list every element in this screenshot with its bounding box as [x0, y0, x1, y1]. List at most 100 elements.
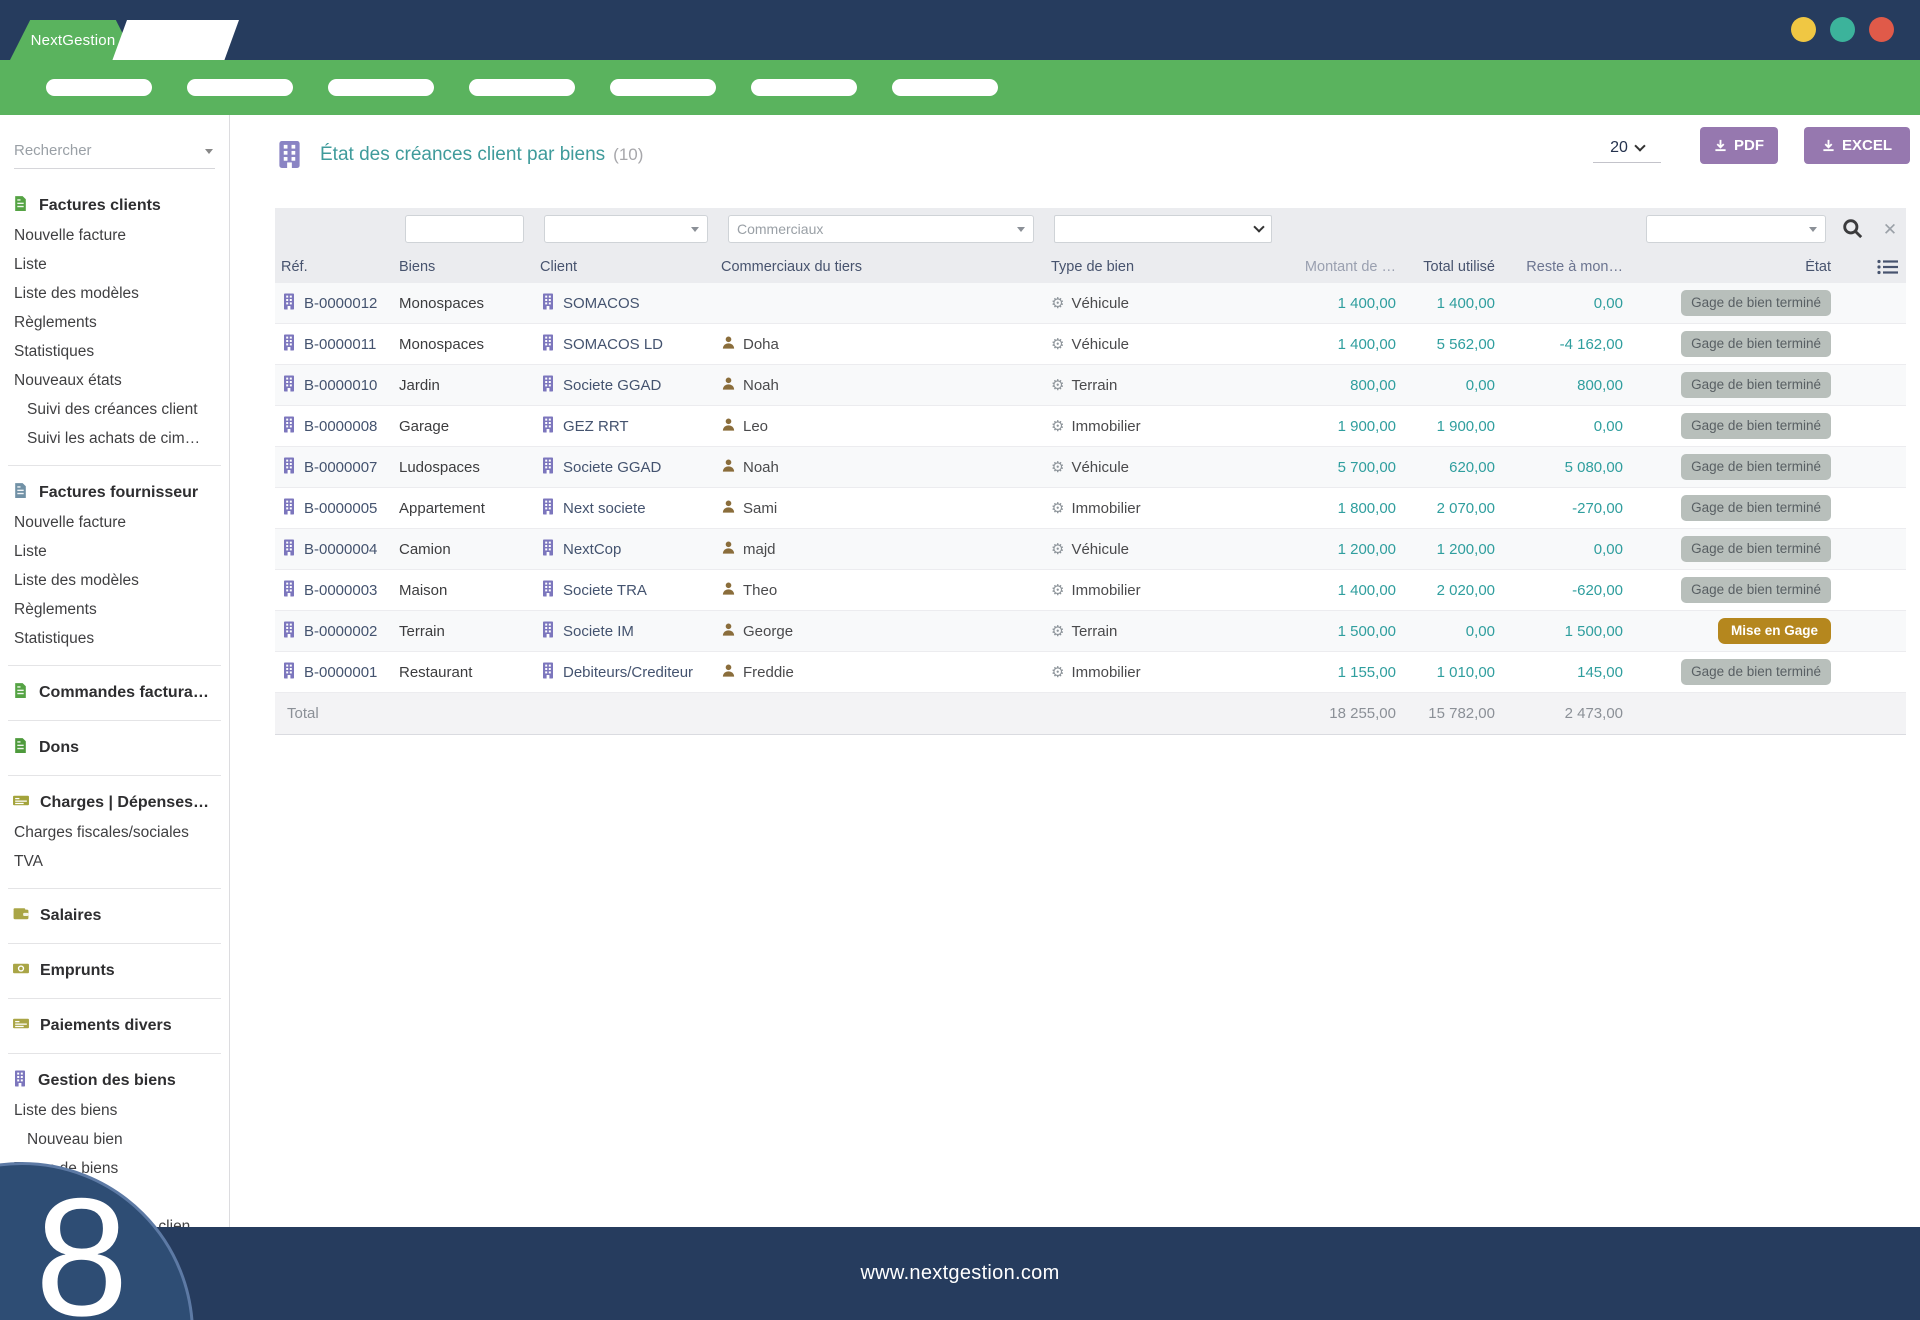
page-size-select[interactable]: 20: [1593, 133, 1661, 163]
filter-etat-select[interactable]: [1646, 215, 1826, 243]
cell-bien: Garage: [399, 418, 540, 435]
client-link[interactable]: SOMACOS: [563, 295, 640, 312]
client-link[interactable]: SOMACOS LD: [563, 336, 663, 353]
column-header-7[interactable]: Total utilisé: [1404, 259, 1503, 275]
creances-table: Commerciaux ✕ Réf.BiensClientCommerciaux…: [275, 208, 1906, 735]
sidebar-section-salaires[interactable]: Salaires: [0, 901, 229, 931]
sidebar-item-liste-des-biens[interactable]: Liste des biens: [0, 1096, 229, 1125]
client-link[interactable]: GEZ RRT: [563, 418, 629, 435]
cell-type: ⚙Immobilier: [1051, 500, 1231, 517]
ref-link[interactable]: B-0000002: [304, 623, 377, 640]
page-number: 8: [35, 1173, 128, 1320]
filter-type-bien-select[interactable]: [1054, 215, 1272, 243]
client-link[interactable]: Societe GGAD: [563, 459, 661, 476]
building-icon: [540, 621, 556, 642]
column-header-6[interactable]: Montant de …: [1231, 259, 1404, 275]
sidebar-item-statistiques[interactable]: Statistiques: [0, 624, 229, 653]
ref-link[interactable]: B-0000010: [304, 377, 377, 394]
sidebar-item-charges-fiscales-sociales[interactable]: Charges fiscales/sociales: [0, 818, 229, 847]
ref-link[interactable]: B-0000012: [304, 295, 377, 312]
window-control-close[interactable]: [1869, 17, 1894, 42]
table-row[interactable]: B-0000010JardinSociete GGADNoah⚙Terrain8…: [275, 365, 1906, 406]
client-link[interactable]: NextCop: [563, 541, 621, 558]
column-header-5[interactable]: Type de bien: [1051, 259, 1231, 275]
sidebar-section-factures-fournisseur[interactable]: Factures fournisseur: [0, 478, 229, 508]
ref-link[interactable]: B-0000003: [304, 582, 377, 599]
sidebar-section-dons[interactable]: Dons: [0, 733, 229, 763]
filter-client-select[interactable]: [544, 215, 708, 243]
table-row[interactable]: B-0000002TerrainSociete IMGeorge⚙Terrain…: [275, 611, 1906, 652]
ref-link[interactable]: B-0000007: [304, 459, 377, 476]
sidebar-item-suivi-les-achats-de-cim-[interactable]: Suivi les achats de cim…: [0, 424, 229, 453]
client-link[interactable]: Societe GGAD: [563, 377, 661, 394]
column-header-1[interactable]: Réf.: [275, 259, 399, 275]
table-row[interactable]: B-0000008GarageGEZ RRTLeo⚙Immobilier1 90…: [275, 406, 1906, 447]
sidebar-section-gestion-des-biens[interactable]: Gestion des biens: [0, 1066, 229, 1096]
sidebar-section-factures-clients[interactable]: Factures clients: [0, 191, 229, 221]
footer-url[interactable]: www.nextgestion.com: [860, 1262, 1059, 1285]
nav-pill[interactable]: [751, 79, 857, 96]
clear-filters-icon[interactable]: ✕: [1879, 217, 1901, 243]
sidebar-item-r-glements[interactable]: Règlements: [0, 595, 229, 624]
filter-commerciaux-select[interactable]: Commerciaux: [728, 215, 1034, 243]
column-header-3[interactable]: Client: [540, 259, 721, 275]
ref-link[interactable]: B-0000011: [304, 336, 376, 353]
window-control-minimize[interactable]: [1791, 17, 1816, 42]
sidebar-section-emprunts[interactable]: Emprunts: [0, 956, 229, 986]
sidebar-item-liste[interactable]: Liste: [0, 250, 229, 279]
client-link[interactable]: Next societe: [563, 500, 646, 517]
sidebar-item-liste-des-mod-les[interactable]: Liste des modèles: [0, 566, 229, 595]
sidebar-search-select[interactable]: Rechercher: [14, 137, 215, 169]
person-icon: [721, 417, 736, 436]
search-icon[interactable]: [1841, 217, 1869, 243]
sidebar-section-label: Emprunts: [40, 962, 115, 980]
nav-pill[interactable]: [46, 79, 152, 96]
client-link[interactable]: Debiteurs/Crediteur: [563, 664, 693, 681]
table-row[interactable]: B-0000004CamionNextCopmajd⚙Véhicule1 200…: [275, 529, 1906, 570]
list-view-icon[interactable]: [1839, 259, 1906, 275]
column-header-2[interactable]: Biens: [399, 259, 540, 275]
table-row[interactable]: B-0000005AppartementNext societeSami⚙Imm…: [275, 488, 1906, 529]
sidebar-item-liste-des-mod-les[interactable]: Liste des modèles: [0, 279, 229, 308]
sidebar-item-r-glements[interactable]: Règlements: [0, 308, 229, 337]
cell-commercial: Theo: [721, 581, 1051, 600]
sidebar-item-nouveaux-tats[interactable]: Nouveaux états: [0, 366, 229, 395]
nav-pill[interactable]: [328, 79, 434, 96]
filter-biens-input[interactable]: [405, 215, 524, 243]
table-row[interactable]: B-0000003MaisonSociete TRATheo⚙Immobilie…: [275, 570, 1906, 611]
sidebar-section-charges-d-penses-[interactable]: Charges | Dépenses…: [0, 788, 229, 818]
cell-total-utilise: 1 400,00: [1404, 295, 1503, 312]
table-row[interactable]: B-0000012MonospacesSOMACOS⚙Véhicule1 400…: [275, 283, 1906, 324]
table-row[interactable]: B-0000001RestaurantDebiteurs/CrediteurFr…: [275, 652, 1906, 693]
nav-pill[interactable]: [892, 79, 998, 96]
sidebar-item-suivi-des-cr-ances-client[interactable]: Suivi des créances client: [0, 395, 229, 424]
pdf-export-button[interactable]: PDF: [1700, 127, 1778, 164]
bien-label: Terrain: [399, 623, 445, 640]
cell-commercial: Leo: [721, 417, 1051, 436]
ref-link[interactable]: B-0000004: [304, 541, 377, 558]
nav-pill[interactable]: [187, 79, 293, 96]
sidebar-item-nouvelle-facture[interactable]: Nouvelle facture: [0, 508, 229, 537]
excel-export-button[interactable]: EXCEL: [1804, 127, 1910, 164]
sidebar-section-paiements-divers[interactable]: Paiements divers: [0, 1011, 229, 1041]
table-row[interactable]: B-0000007LudospacesSociete GGADNoah⚙Véhi…: [275, 447, 1906, 488]
ref-link[interactable]: B-0000008: [304, 418, 377, 435]
client-link[interactable]: Societe IM: [563, 623, 634, 640]
column-header-4[interactable]: Commerciaux du tiers: [721, 259, 1051, 275]
sidebar-section-commandes-factura-[interactable]: Commandes factura…: [0, 678, 229, 708]
sidebar-item-liste[interactable]: Liste: [0, 537, 229, 566]
nav-pill[interactable]: [469, 79, 575, 96]
client-link[interactable]: Societe TRA: [563, 582, 647, 599]
table-row[interactable]: B-0000011MonospacesSOMACOS LDDoha⚙Véhicu…: [275, 324, 1906, 365]
gear-icon: ⚙: [1051, 460, 1064, 475]
window-control-maximize[interactable]: [1830, 17, 1855, 42]
nav-pill[interactable]: [610, 79, 716, 96]
sidebar-item-statistiques[interactable]: Statistiques: [0, 337, 229, 366]
sidebar-item-tva[interactable]: TVA: [0, 847, 229, 876]
column-header-8[interactable]: Reste à mon…: [1503, 259, 1631, 275]
sidebar-item-nouveau-bien[interactable]: Nouveau bien: [0, 1125, 229, 1154]
sidebar-item-nouvelle-facture[interactable]: Nouvelle facture: [0, 221, 229, 250]
column-header-9[interactable]: État: [1631, 259, 1839, 275]
ref-link[interactable]: B-0000005: [304, 500, 377, 517]
ref-link[interactable]: B-0000001: [304, 664, 377, 681]
